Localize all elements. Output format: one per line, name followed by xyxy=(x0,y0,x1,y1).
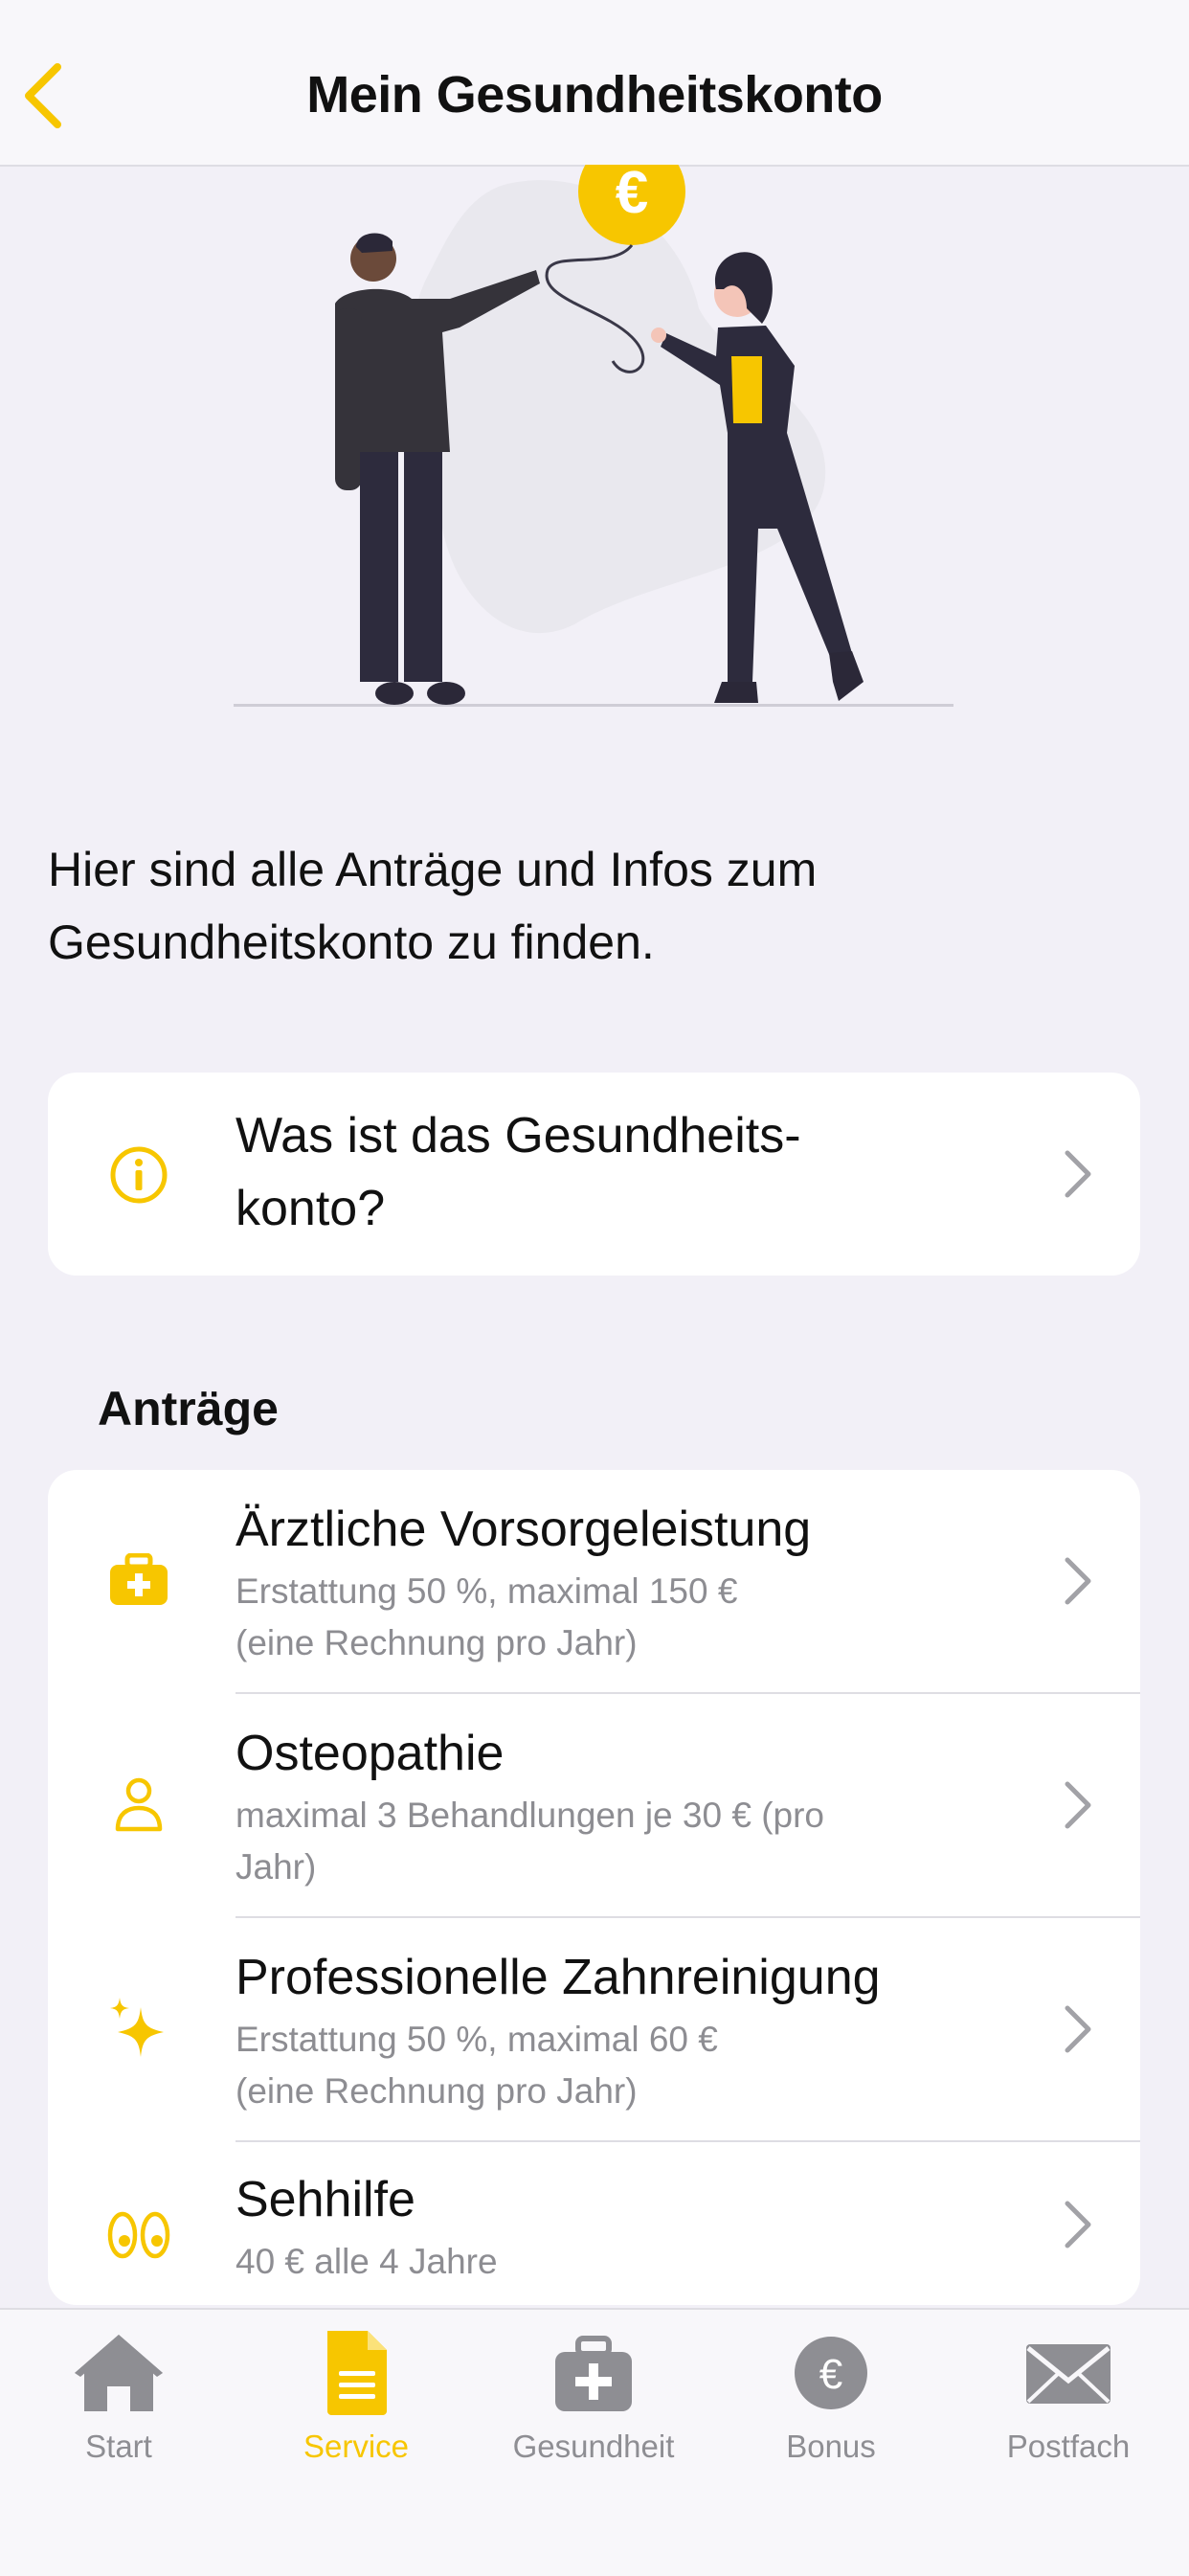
list-item-professionelle-zahnreinigung[interactable]: Professionelle Zahnreinigung Erstattung … xyxy=(48,1918,1140,2140)
tab-bonus[interactable]: € Bonus xyxy=(712,2329,950,2465)
list-item-title: Osteopathie xyxy=(236,1726,505,1781)
list-item-subtitle: Erstattung 50 %, maximal 60 € xyxy=(236,2020,718,2059)
tab-bar: Start Service Gesundheit € Bonus Postfac… xyxy=(0,2308,1189,2576)
list-item-subtitle: Erstattung 50 %, maximal 150 € xyxy=(236,1571,738,1611)
list-item-osteopathie[interactable]: Osteopathie maximal 3 Behandlungen je 30… xyxy=(48,1694,1140,1916)
sparkles-icon xyxy=(105,1995,172,2062)
list-item-subtitle: 40 € alle 4 Jahre xyxy=(236,2242,498,2281)
list-item-subtitle: maximal 3 Behandlungen je 30 € (pro xyxy=(236,1796,824,1835)
chevron-right-icon xyxy=(1058,1145,1096,1203)
chevron-right-icon xyxy=(1058,2000,1096,2058)
tab-label: Gesundheit xyxy=(512,2429,675,2464)
person-icon xyxy=(105,1771,172,1838)
info-card[interactable]: Was ist das Gesundheits- konto? xyxy=(48,1073,1140,1276)
tab-label: Service xyxy=(303,2429,410,2464)
intro-text: Hier sind alle Anträge und Infos zum Ges… xyxy=(48,843,818,969)
list-item-subtitle: (eine Rechnung pro Jahr) xyxy=(236,1623,638,1662)
list-item-subtitle: (eine Rechnung pro Jahr) xyxy=(236,2071,638,2111)
section-title: Anträge xyxy=(98,1382,279,1435)
eyes-icon xyxy=(105,2202,172,2269)
hero-illustration: € xyxy=(191,138,996,720)
list-item-subtitle: Jahr) xyxy=(236,1847,317,1887)
euro-coin-icon: € xyxy=(795,2337,867,2409)
list-item-aerztliche-vorsorgeleistung[interactable]: Ärztliche Vorsorgeleistung Erstattung 50… xyxy=(48,1470,1140,1692)
list-item-title: Ärztliche Vorsorgeleistung xyxy=(236,1502,812,1557)
document-icon xyxy=(327,2331,387,2415)
info-card-title-line1: Was ist das Gesundheits- xyxy=(236,1108,801,1164)
tab-label: Start xyxy=(85,2429,152,2464)
list-item-sehhilfe[interactable]: Sehhilfe 40 € alle 4 Jahre xyxy=(48,2142,1140,2305)
page-title: Mein Gesundheitskonto xyxy=(306,66,883,124)
tab-postfach[interactable]: Postfach xyxy=(950,2329,1187,2465)
chevron-right-icon xyxy=(1058,2196,1096,2253)
info-circle-icon xyxy=(105,1141,172,1209)
house-icon xyxy=(75,2335,163,2411)
tab-service[interactable]: Service xyxy=(237,2329,475,2465)
tab-start[interactable]: Start xyxy=(0,2329,237,2465)
tab-label: Postfach xyxy=(1006,2429,1131,2464)
tab-label: Bonus xyxy=(786,2429,876,2464)
medical-case-icon xyxy=(105,1547,172,1614)
navigation-bar: Mein Gesundheitskonto xyxy=(0,0,1189,167)
chevron-right-icon xyxy=(1058,1552,1096,1610)
applications-list: Ärztliche Vorsorgeleistung Erstattung 50… xyxy=(48,1470,1140,2305)
list-item-title: Sehhilfe xyxy=(236,2172,415,2227)
chevron-right-icon xyxy=(1058,1776,1096,1834)
tab-gesundheit[interactable]: Gesundheit xyxy=(475,2329,712,2465)
info-card-title-line2: konto? xyxy=(236,1181,386,1236)
svg-text:€: € xyxy=(616,165,648,226)
svg-text:€: € xyxy=(819,2351,842,2398)
envelope-icon xyxy=(1026,2344,1110,2404)
list-item-title: Professionelle Zahnreinigung xyxy=(236,1950,881,2005)
medical-case-icon xyxy=(555,2336,632,2411)
